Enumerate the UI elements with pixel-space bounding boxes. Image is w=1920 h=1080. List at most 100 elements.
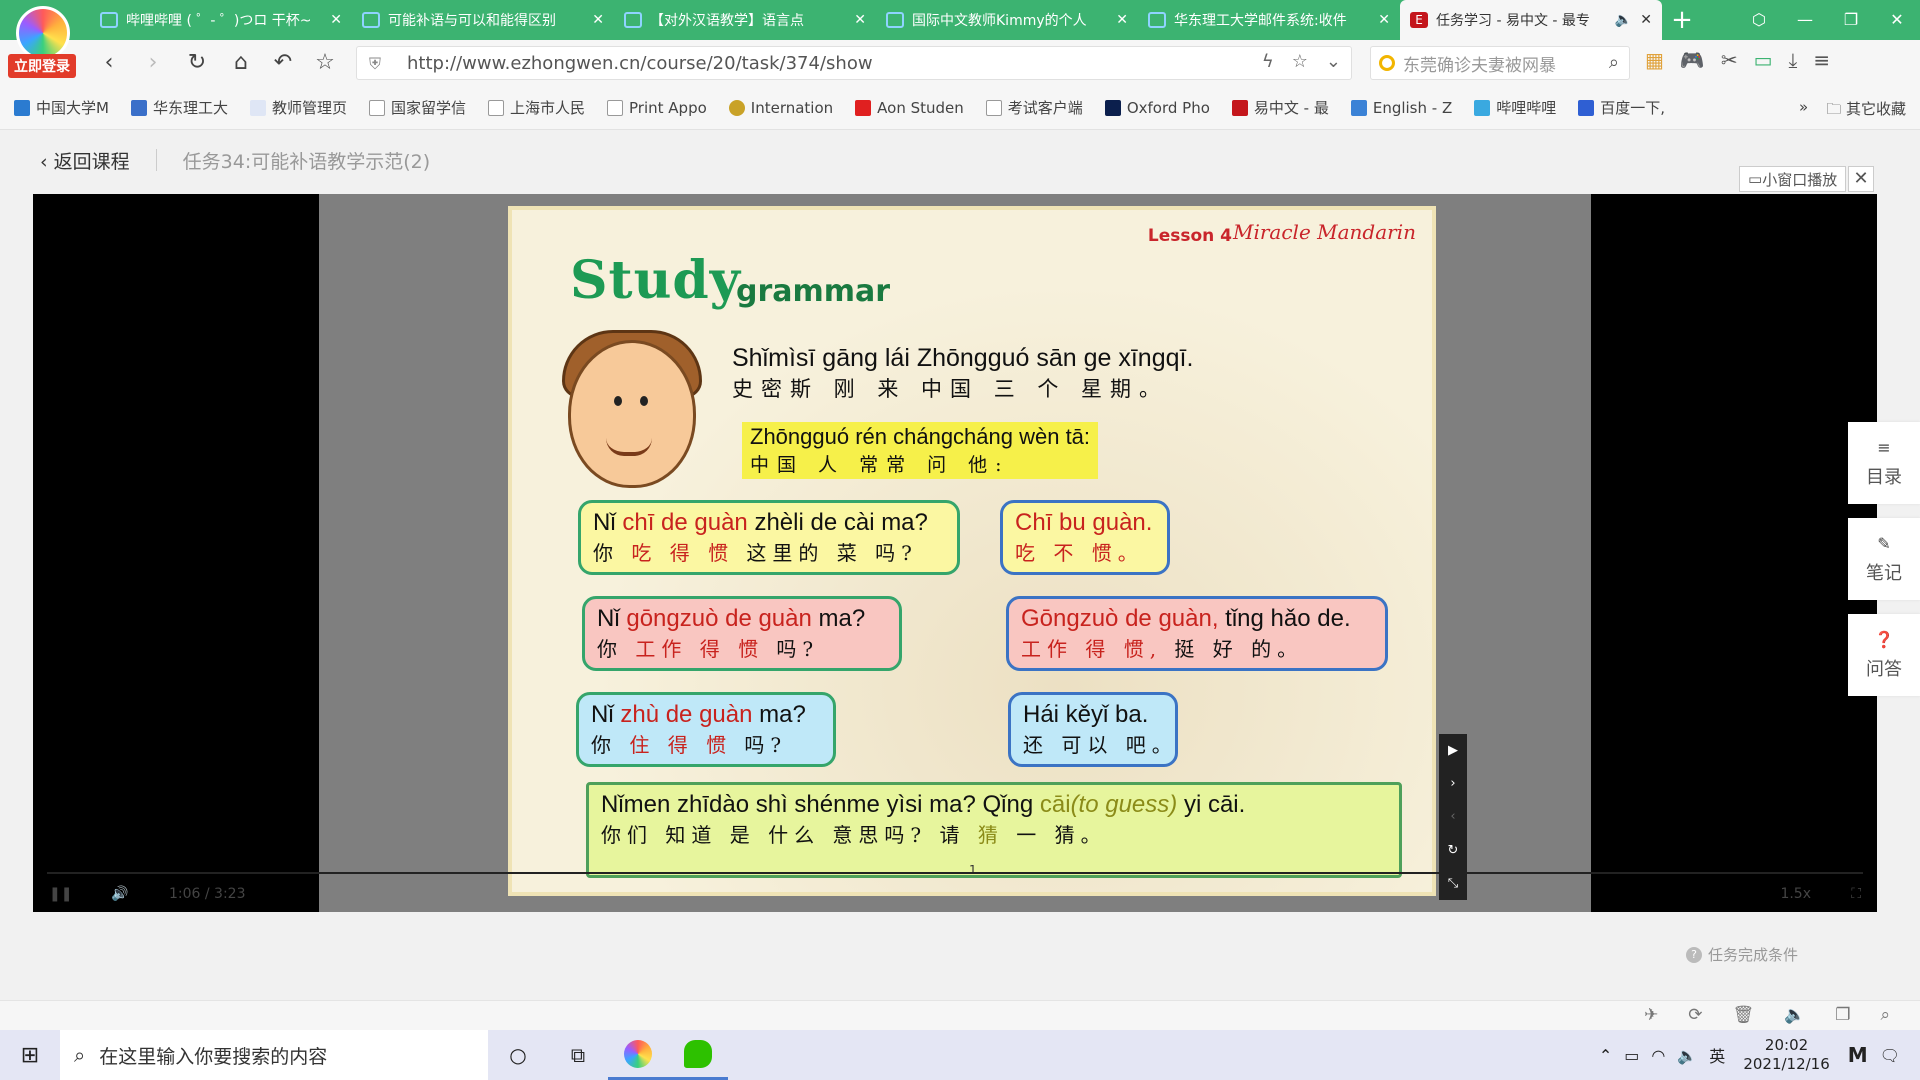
speaker-icon[interactable]: 🔈	[1784, 1005, 1805, 1025]
bookmark-item[interactable]: 易中文 - 最	[1231, 97, 1329, 118]
taskbar-search-input[interactable]: ⌕ 在这里输入你要搜索的内容	[60, 1030, 488, 1080]
mute-icon[interactable]: 🔈	[1615, 12, 1632, 28]
back-to-course-link[interactable]: ‹ 返回课程	[40, 147, 130, 174]
speed-selector[interactable]: 1.5x	[1780, 886, 1811, 902]
browser-tab[interactable]: 【对外汉语教学】语言点 ✕	[614, 0, 876, 40]
next-slide-icon[interactable]: ›	[1450, 776, 1455, 791]
close-tab-icon[interactable]: ✕	[1116, 12, 1128, 28]
forward-button[interactable]: ›	[138, 48, 168, 78]
restore-button[interactable]: ❐	[1828, 0, 1874, 40]
scissors-icon[interactable]: ✂	[1721, 48, 1738, 72]
fullscreen-icon[interactable]: ⛶	[1851, 886, 1861, 902]
bookmark-item[interactable]: Internation	[728, 99, 833, 117]
bookmark-item[interactable]: 教师管理页	[249, 97, 347, 118]
side-rail-catalog[interactable]: ≡ 目录	[1848, 422, 1920, 504]
side-rail-notes[interactable]: ✎ 笔记	[1848, 518, 1920, 600]
home-icon[interactable]: ⌂	[226, 48, 256, 78]
close-player-button[interactable]: ✕	[1848, 166, 1874, 192]
bookmark-item[interactable]: 哔哩哔哩	[1474, 97, 1556, 118]
browser-logo[interactable]: 立即登录	[8, 6, 78, 78]
refresh-icon[interactable]: ⟳	[1688, 1005, 1702, 1025]
other-bookmarks[interactable]: 🗀 其它收藏	[1826, 98, 1906, 124]
close-tab-icon[interactable]: ✕	[854, 12, 866, 28]
chevron-down-icon[interactable]: ⌄	[1326, 51, 1341, 72]
menu-icon[interactable]: ≡	[1813, 48, 1830, 72]
bilibili-icon	[1474, 99, 1491, 116]
reload-button[interactable]: ↻	[182, 48, 212, 78]
browser-tab-active[interactable]: E 任务学习 - 易中文 - 最专 🔈 ✕	[1400, 0, 1662, 40]
bookmark-item[interactable]: 华东理工大	[130, 97, 228, 118]
apps-grid-icon[interactable]: ▦	[1645, 48, 1664, 72]
bookmark-item[interactable]: 中国大学M	[14, 97, 109, 118]
bookmark-item[interactable]: Aon Studen	[855, 99, 964, 117]
status-icons: ✈ ⟳ 🗑 🔈 ❐ ⌕	[1644, 1005, 1890, 1025]
game-controller-icon[interactable]: 🎮	[1680, 48, 1705, 72]
address-bar[interactable]: ⛨ http://www.ezhongwen.cn/course/20/task…	[356, 46, 1352, 80]
search-icon[interactable]: ⌕	[1609, 52, 1619, 73]
trash-icon[interactable]: 🗑	[1732, 1005, 1754, 1025]
star-icon[interactable]: ☆	[310, 48, 340, 78]
minimize-button[interactable]: —	[1782, 0, 1828, 40]
close-tab-icon[interactable]: ✕	[1378, 12, 1390, 28]
skin-icon[interactable]: ⬡	[1736, 0, 1782, 40]
bookmarks-more-button[interactable]: »	[1799, 98, 1808, 124]
new-tab-button[interactable]: +	[1662, 0, 1702, 40]
bookmark-star-icon[interactable]: ☆	[1292, 51, 1308, 72]
bilibili-tab-icon	[100, 12, 118, 28]
close-tab-icon[interactable]: ✕	[592, 12, 604, 28]
notification-icon[interactable]: 🗨	[1880, 1046, 1900, 1065]
bookmark-item[interactable]: Oxford Pho	[1104, 99, 1210, 117]
login-badge[interactable]: 立即登录	[8, 54, 76, 78]
browser-search-input[interactable]: 东莞确诊夫妻被网暴 ⌕	[1370, 46, 1630, 80]
windows-taskbar: ⊞ ⌕ 在这里输入你要搜索的内容 ○ ⧉ ⌃ ▭ ◠ 🔈 英 20:02 202…	[0, 1030, 1920, 1080]
rocket-icon[interactable]: ✈	[1644, 1005, 1658, 1025]
replay-icon[interactable]: ↻	[1448, 843, 1459, 858]
bookmark-item[interactable]: 考试客户端	[985, 97, 1083, 118]
play-icon[interactable]: ▶	[1448, 743, 1458, 758]
hanzi-text: 挺 好 的。	[1162, 637, 1304, 661]
highlight-text: 住 得 惯	[629, 733, 733, 757]
video-player[interactable]: Lesson 4 Miracle Mandarin Study grammar …	[33, 194, 1877, 912]
input-method-indicator[interactable]: 英	[1709, 1043, 1725, 1067]
pause-icon[interactable]: ❚❚	[49, 886, 72, 902]
battery-icon[interactable]: ▭	[1754, 48, 1773, 72]
browser-tab[interactable]: 可能补语与可以和能得区别 ✕	[352, 0, 614, 40]
pinyin-line: Nǐ chī de guàn zhèli de cài ma?	[593, 509, 945, 537]
bookmark-item[interactable]: English - Z	[1350, 99, 1452, 117]
task-condition-link[interactable]: ? 任务完成条件	[1685, 944, 1798, 965]
task-view-icon[interactable]: ⧉	[548, 1043, 608, 1067]
prev-slide-icon[interactable]: ‹	[1450, 809, 1455, 824]
bookmark-item[interactable]: 百度一下,	[1578, 97, 1665, 118]
taskbar-wechat-app[interactable]	[668, 1030, 728, 1080]
close-window-button[interactable]: ✕	[1874, 0, 1920, 40]
system-clock[interactable]: 20:02 2021/12/16	[1743, 1036, 1829, 1074]
cortana-icon[interactable]: ○	[488, 1043, 548, 1067]
browser-tab[interactable]: 哔哩哔哩 ( ゜- ゜)つロ 干杯~ ✕	[90, 0, 352, 40]
mini-player-button[interactable]: ▭ 小窗口播放	[1739, 166, 1847, 192]
browser-tab[interactable]: 国际中文教师Kimmy的个人 ✕	[876, 0, 1138, 40]
bookmark-item[interactable]: 上海市人民	[488, 97, 585, 118]
pinyin-line: Zhōngguó rén chángcháng wèn tā:	[750, 424, 1091, 449]
undo-close-icon[interactable]: ↶	[268, 48, 298, 78]
close-tab-icon[interactable]: ✕	[1640, 12, 1652, 28]
zoom-icon[interactable]: ⌕	[1880, 1005, 1890, 1025]
browser-tab[interactable]: 华东理工大学邮件系统:收件 ✕	[1138, 0, 1400, 40]
battery-icon[interactable]: ▭	[1624, 1046, 1639, 1065]
wifi-icon[interactable]: ◠	[1651, 1046, 1665, 1065]
windows-start-icon[interactable]: ⊞	[0, 1043, 60, 1068]
side-rail-qa[interactable]: ❓ 问答	[1848, 614, 1920, 696]
window-icon[interactable]: ❐	[1835, 1005, 1850, 1025]
lightning-icon[interactable]: ϟ	[1262, 51, 1274, 72]
taskbar-browser-app[interactable]	[608, 1030, 668, 1080]
ime-logo-icon[interactable]: M	[1848, 1043, 1868, 1067]
download-icon[interactable]: ⤓	[1788, 48, 1797, 72]
volume-icon[interactable]: 🔊	[111, 886, 128, 902]
volume-icon[interactable]: 🔈	[1677, 1046, 1697, 1065]
close-tab-icon[interactable]: ✕	[330, 12, 342, 28]
bookmark-item[interactable]: 国家留学信	[368, 97, 466, 118]
bookmark-item[interactable]: Print Appo	[607, 99, 707, 117]
character-eye	[614, 396, 622, 406]
chevron-up-icon[interactable]: ⌃	[1599, 1046, 1612, 1065]
progress-track[interactable]	[47, 872, 1863, 874]
back-button[interactable]: ‹	[94, 48, 124, 78]
